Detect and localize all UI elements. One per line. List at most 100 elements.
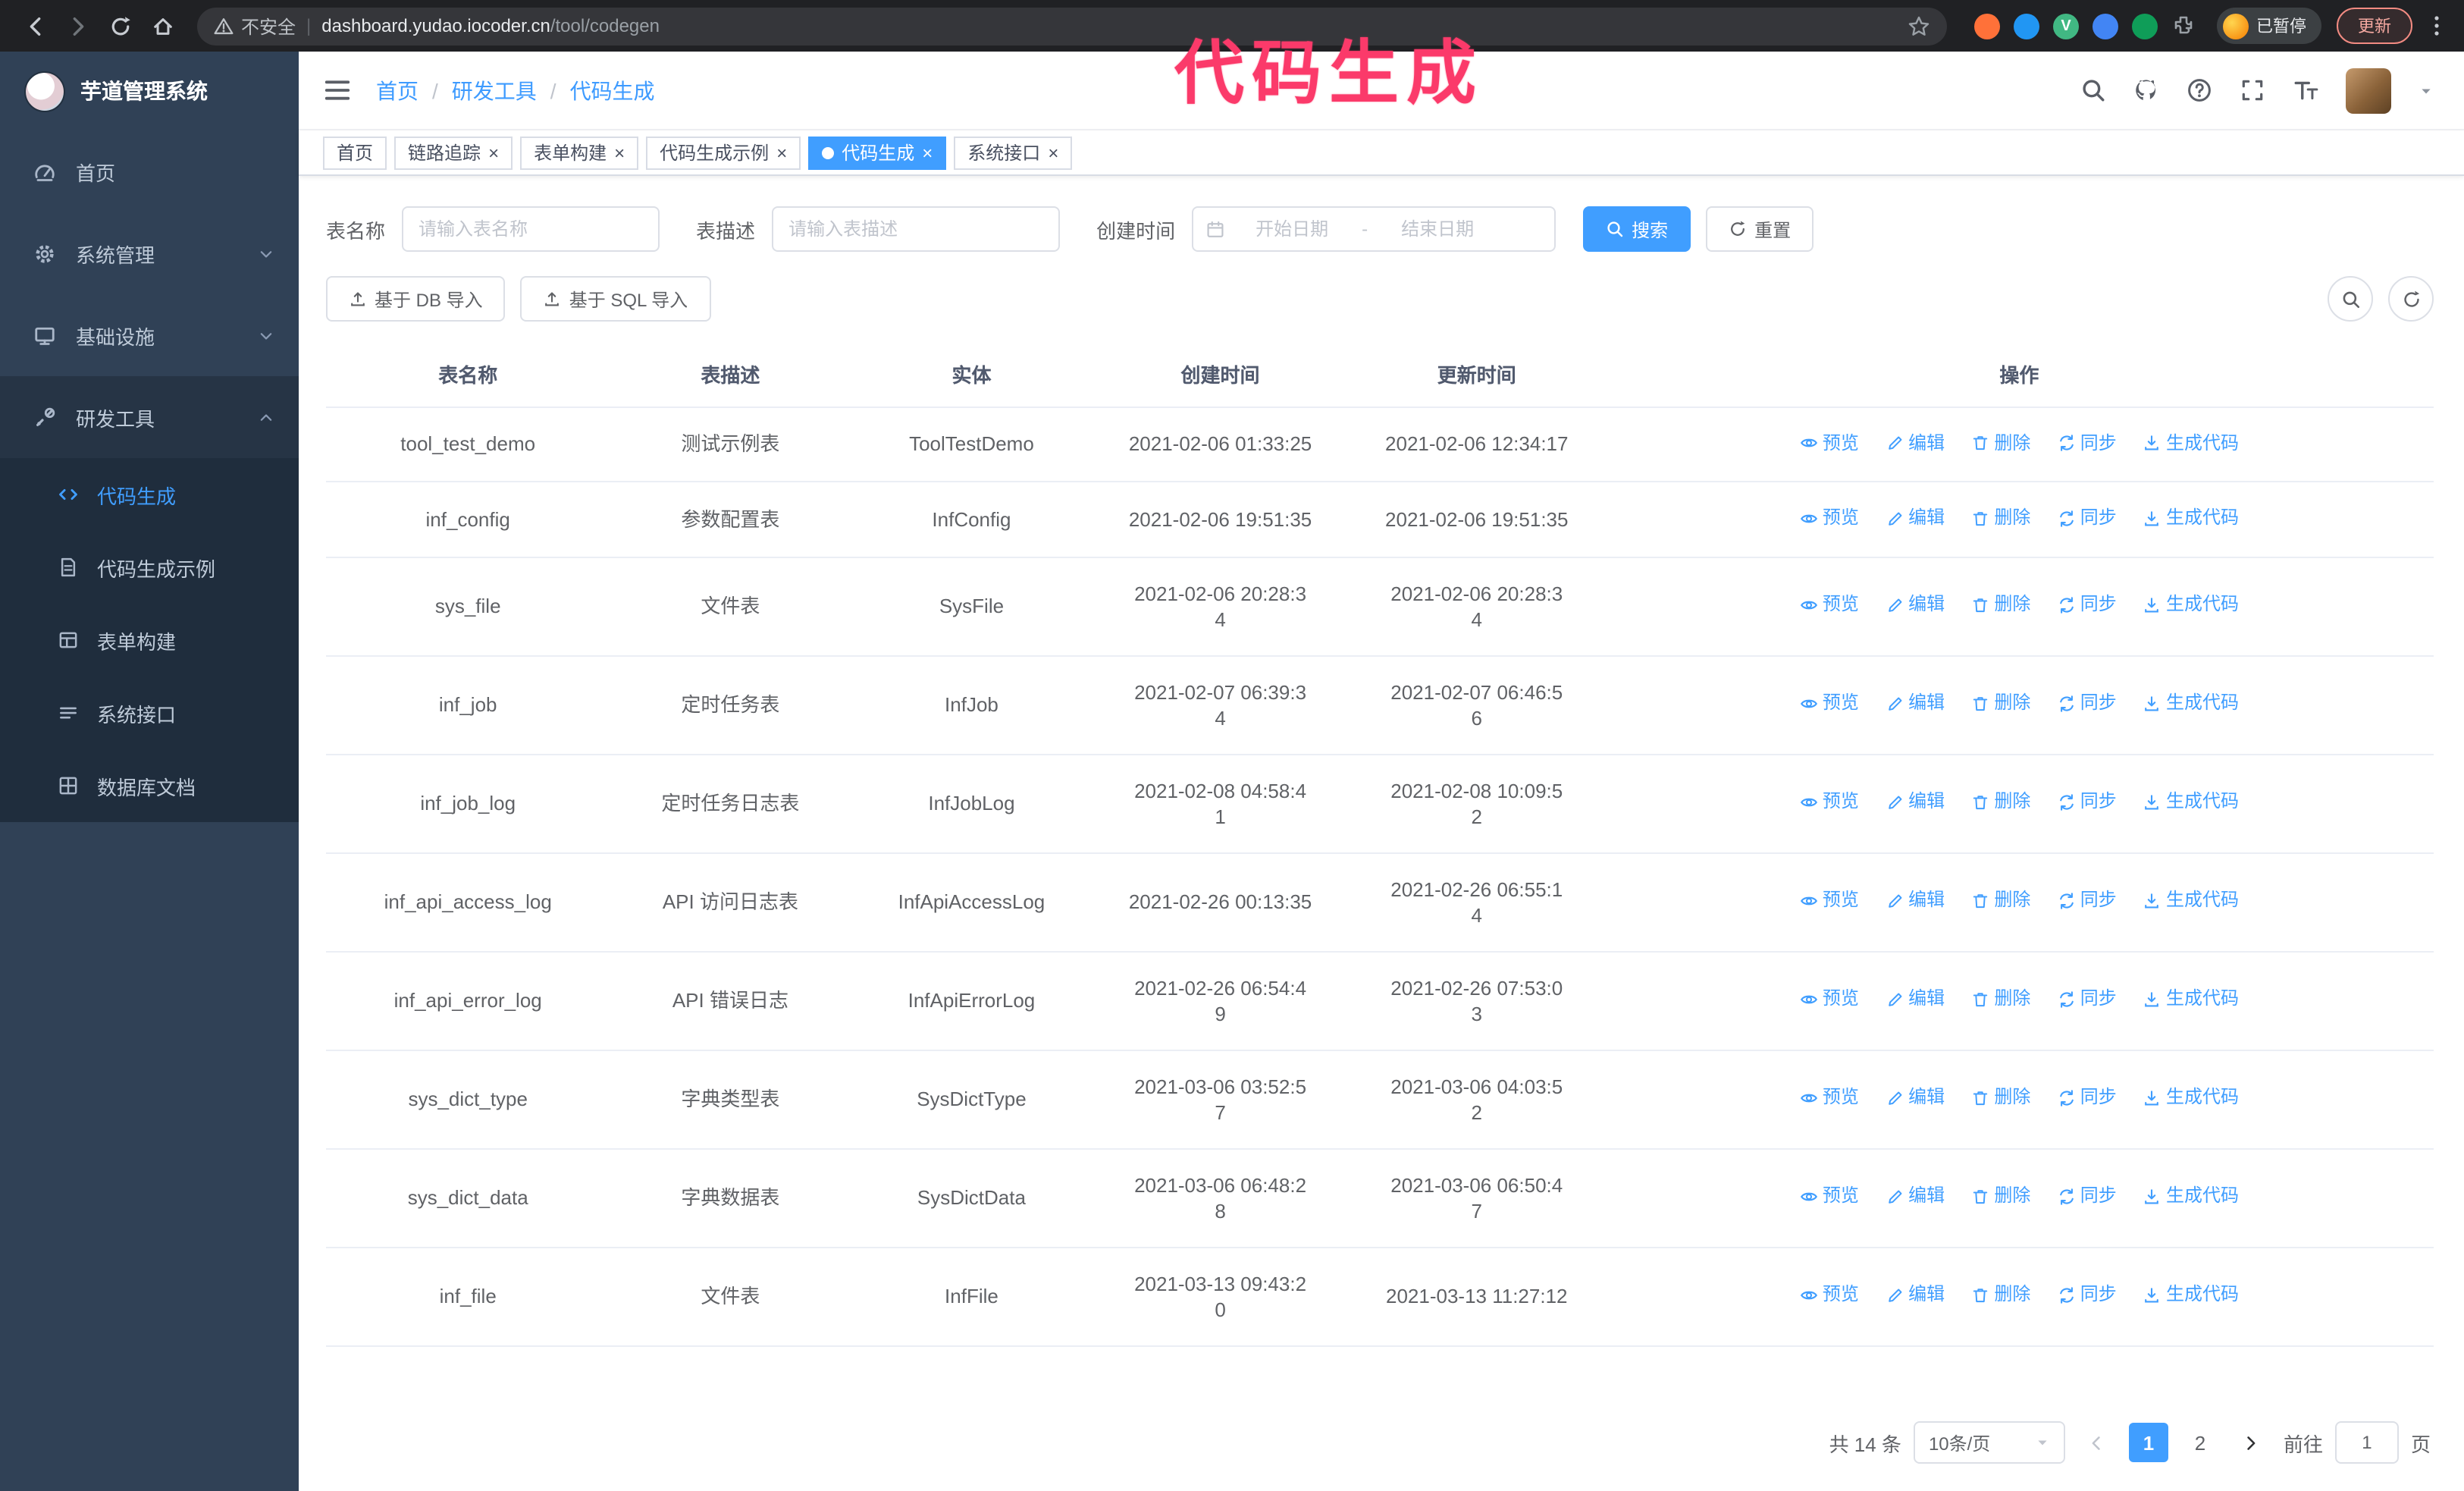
sidebar-subitem-system-api[interactable]: 系统接口 [0, 676, 299, 749]
edit-link[interactable]: 编辑 [1886, 430, 1945, 456]
tab-form-builder[interactable]: 表单构建 × [520, 136, 639, 169]
table-name-input[interactable] [402, 206, 660, 252]
delete-link[interactable]: 删除 [1971, 505, 2030, 531]
preview-link[interactable]: 预览 [1800, 592, 1859, 618]
browser-back-button[interactable] [15, 6, 55, 46]
preview-link[interactable]: 预览 [1800, 691, 1859, 717]
edit-link[interactable]: 编辑 [1886, 789, 1945, 815]
tab-codegen[interactable]: 代码生成 × [808, 136, 947, 169]
sync-link[interactable]: 同步 [2058, 691, 2117, 717]
breadcrumb-dev-tools[interactable]: 研发工具 [452, 75, 537, 105]
page-size-select[interactable]: 10条/页 [1913, 1421, 2065, 1464]
browser-forward-button[interactable] [58, 6, 97, 46]
sidebar-item-home[interactable]: 首页 [0, 130, 299, 212]
delete-link[interactable]: 删除 [1971, 592, 2030, 618]
preview-link[interactable]: 预览 [1800, 1085, 1859, 1111]
preview-link[interactable]: 预览 [1800, 1282, 1859, 1308]
hamburger-icon[interactable] [323, 76, 352, 105]
tab-home[interactable]: 首页 [323, 136, 387, 169]
sync-link[interactable]: 同步 [2058, 1085, 2117, 1111]
sync-link[interactable]: 同步 [2058, 987, 2117, 1012]
generate-code-link[interactable]: 生成代码 [2143, 505, 2239, 531]
sync-link[interactable]: 同步 [2058, 1282, 2117, 1308]
sidebar-item-system-management[interactable]: 系统管理 [0, 212, 299, 294]
edit-link[interactable]: 编辑 [1886, 691, 1945, 717]
sync-link[interactable]: 同步 [2058, 888, 2117, 914]
tab-close-icon[interactable]: × [1048, 143, 1058, 162]
extension-icon-vue-devtools[interactable]: V [2053, 13, 2079, 39]
generate-code-link[interactable]: 生成代码 [2143, 691, 2239, 717]
security-indicator[interactable]: 不安全 [214, 13, 296, 39]
delete-link[interactable]: 删除 [1971, 430, 2030, 456]
help-icon[interactable] [2187, 77, 2212, 103]
edit-link[interactable]: 编辑 [1886, 505, 1945, 531]
search-icon[interactable] [2080, 77, 2106, 103]
preview-link[interactable]: 预览 [1800, 505, 1859, 531]
goto-page-input[interactable] [2334, 1421, 2399, 1464]
avatar-caret-icon[interactable] [2419, 83, 2434, 98]
preview-link[interactable]: 预览 [1800, 987, 1859, 1012]
sync-link[interactable]: 同步 [2058, 1184, 2117, 1210]
delete-link[interactable]: 删除 [1971, 1085, 2030, 1111]
next-page-button[interactable] [2232, 1423, 2271, 1462]
sync-link[interactable]: 同步 [2058, 430, 2117, 456]
end-date-input[interactable] [1374, 218, 1502, 240]
import-db-button[interactable]: 基于 DB 导入 [326, 276, 506, 322]
browser-menu-icon[interactable] [2425, 14, 2449, 38]
extension-icon-green[interactable] [2132, 13, 2158, 39]
sidebar-subitem-form-builder[interactable]: 表单构建 [0, 604, 299, 676]
generate-code-link[interactable]: 生成代码 [2143, 987, 2239, 1012]
reset-button[interactable]: 重置 [1706, 206, 1814, 252]
preview-link[interactable]: 预览 [1800, 1184, 1859, 1210]
preview-link[interactable]: 预览 [1800, 789, 1859, 815]
sync-link[interactable]: 同步 [2058, 592, 2117, 618]
generate-code-link[interactable]: 生成代码 [2143, 789, 2239, 815]
user-avatar[interactable] [2346, 67, 2391, 113]
refresh-table-button[interactable] [2388, 276, 2434, 322]
extension-icon-blue[interactable] [2014, 13, 2039, 39]
browser-reload-button[interactable] [100, 6, 140, 46]
edit-link[interactable]: 编辑 [1886, 888, 1945, 914]
delete-link[interactable]: 删除 [1971, 1184, 2030, 1210]
delete-link[interactable]: 删除 [1971, 888, 2030, 914]
table-desc-input[interactable] [772, 206, 1061, 252]
generate-code-link[interactable]: 生成代码 [2143, 430, 2239, 456]
page-button-1[interactable]: 1 [2128, 1423, 2168, 1462]
browser-home-button[interactable] [143, 6, 182, 46]
toggle-search-button[interactable] [2328, 276, 2373, 322]
edit-link[interactable]: 编辑 [1886, 1184, 1945, 1210]
generate-code-link[interactable]: 生成代码 [2143, 1184, 2239, 1210]
tab-codegen-example[interactable]: 代码生成示例 × [646, 136, 801, 169]
sidebar-item-dev-tools[interactable]: 研发工具 [0, 376, 299, 458]
sidebar-subitem-codegen[interactable]: 代码生成 [0, 458, 299, 531]
tab-close-icon[interactable]: × [776, 143, 787, 162]
fullscreen-icon[interactable] [2240, 77, 2265, 103]
prev-page-button[interactable] [2077, 1423, 2117, 1462]
bookmark-star-icon[interactable] [1908, 14, 1930, 37]
date-range-picker[interactable]: - [1192, 206, 1556, 252]
tab-system-api[interactable]: 系统接口 × [954, 136, 1073, 169]
generate-code-link[interactable]: 生成代码 [2143, 592, 2239, 618]
delete-link[interactable]: 删除 [1971, 1282, 2030, 1308]
extension-icon-people[interactable] [2093, 13, 2118, 39]
tab-close-icon[interactable]: × [922, 143, 933, 162]
edit-link[interactable]: 编辑 [1886, 987, 1945, 1012]
page-button-2[interactable]: 2 [2180, 1423, 2220, 1462]
extensions-puzzle-icon[interactable] [2171, 14, 2196, 38]
preview-link[interactable]: 预览 [1800, 888, 1859, 914]
sync-link[interactable]: 同步 [2058, 789, 2117, 815]
browser-update-button[interactable]: 更新 [2337, 8, 2412, 44]
generate-code-link[interactable]: 生成代码 [2143, 1085, 2239, 1111]
generate-code-link[interactable]: 生成代码 [2143, 888, 2239, 914]
import-sql-button[interactable]: 基于 SQL 导入 [520, 276, 711, 322]
generate-code-link[interactable]: 生成代码 [2143, 1282, 2239, 1308]
delete-link[interactable]: 删除 [1971, 789, 2030, 815]
github-icon[interactable] [2133, 77, 2159, 103]
start-date-input[interactable] [1228, 218, 1356, 240]
search-button[interactable]: 搜索 [1583, 206, 1691, 252]
delete-link[interactable]: 删除 [1971, 987, 2030, 1012]
sync-link[interactable]: 同步 [2058, 505, 2117, 531]
address-bar[interactable]: 不安全 | dashboard.yudao.iocoder.cn/tool/co… [197, 7, 1947, 45]
font-size-icon[interactable] [2293, 77, 2318, 103]
tab-close-icon[interactable]: × [488, 143, 499, 162]
